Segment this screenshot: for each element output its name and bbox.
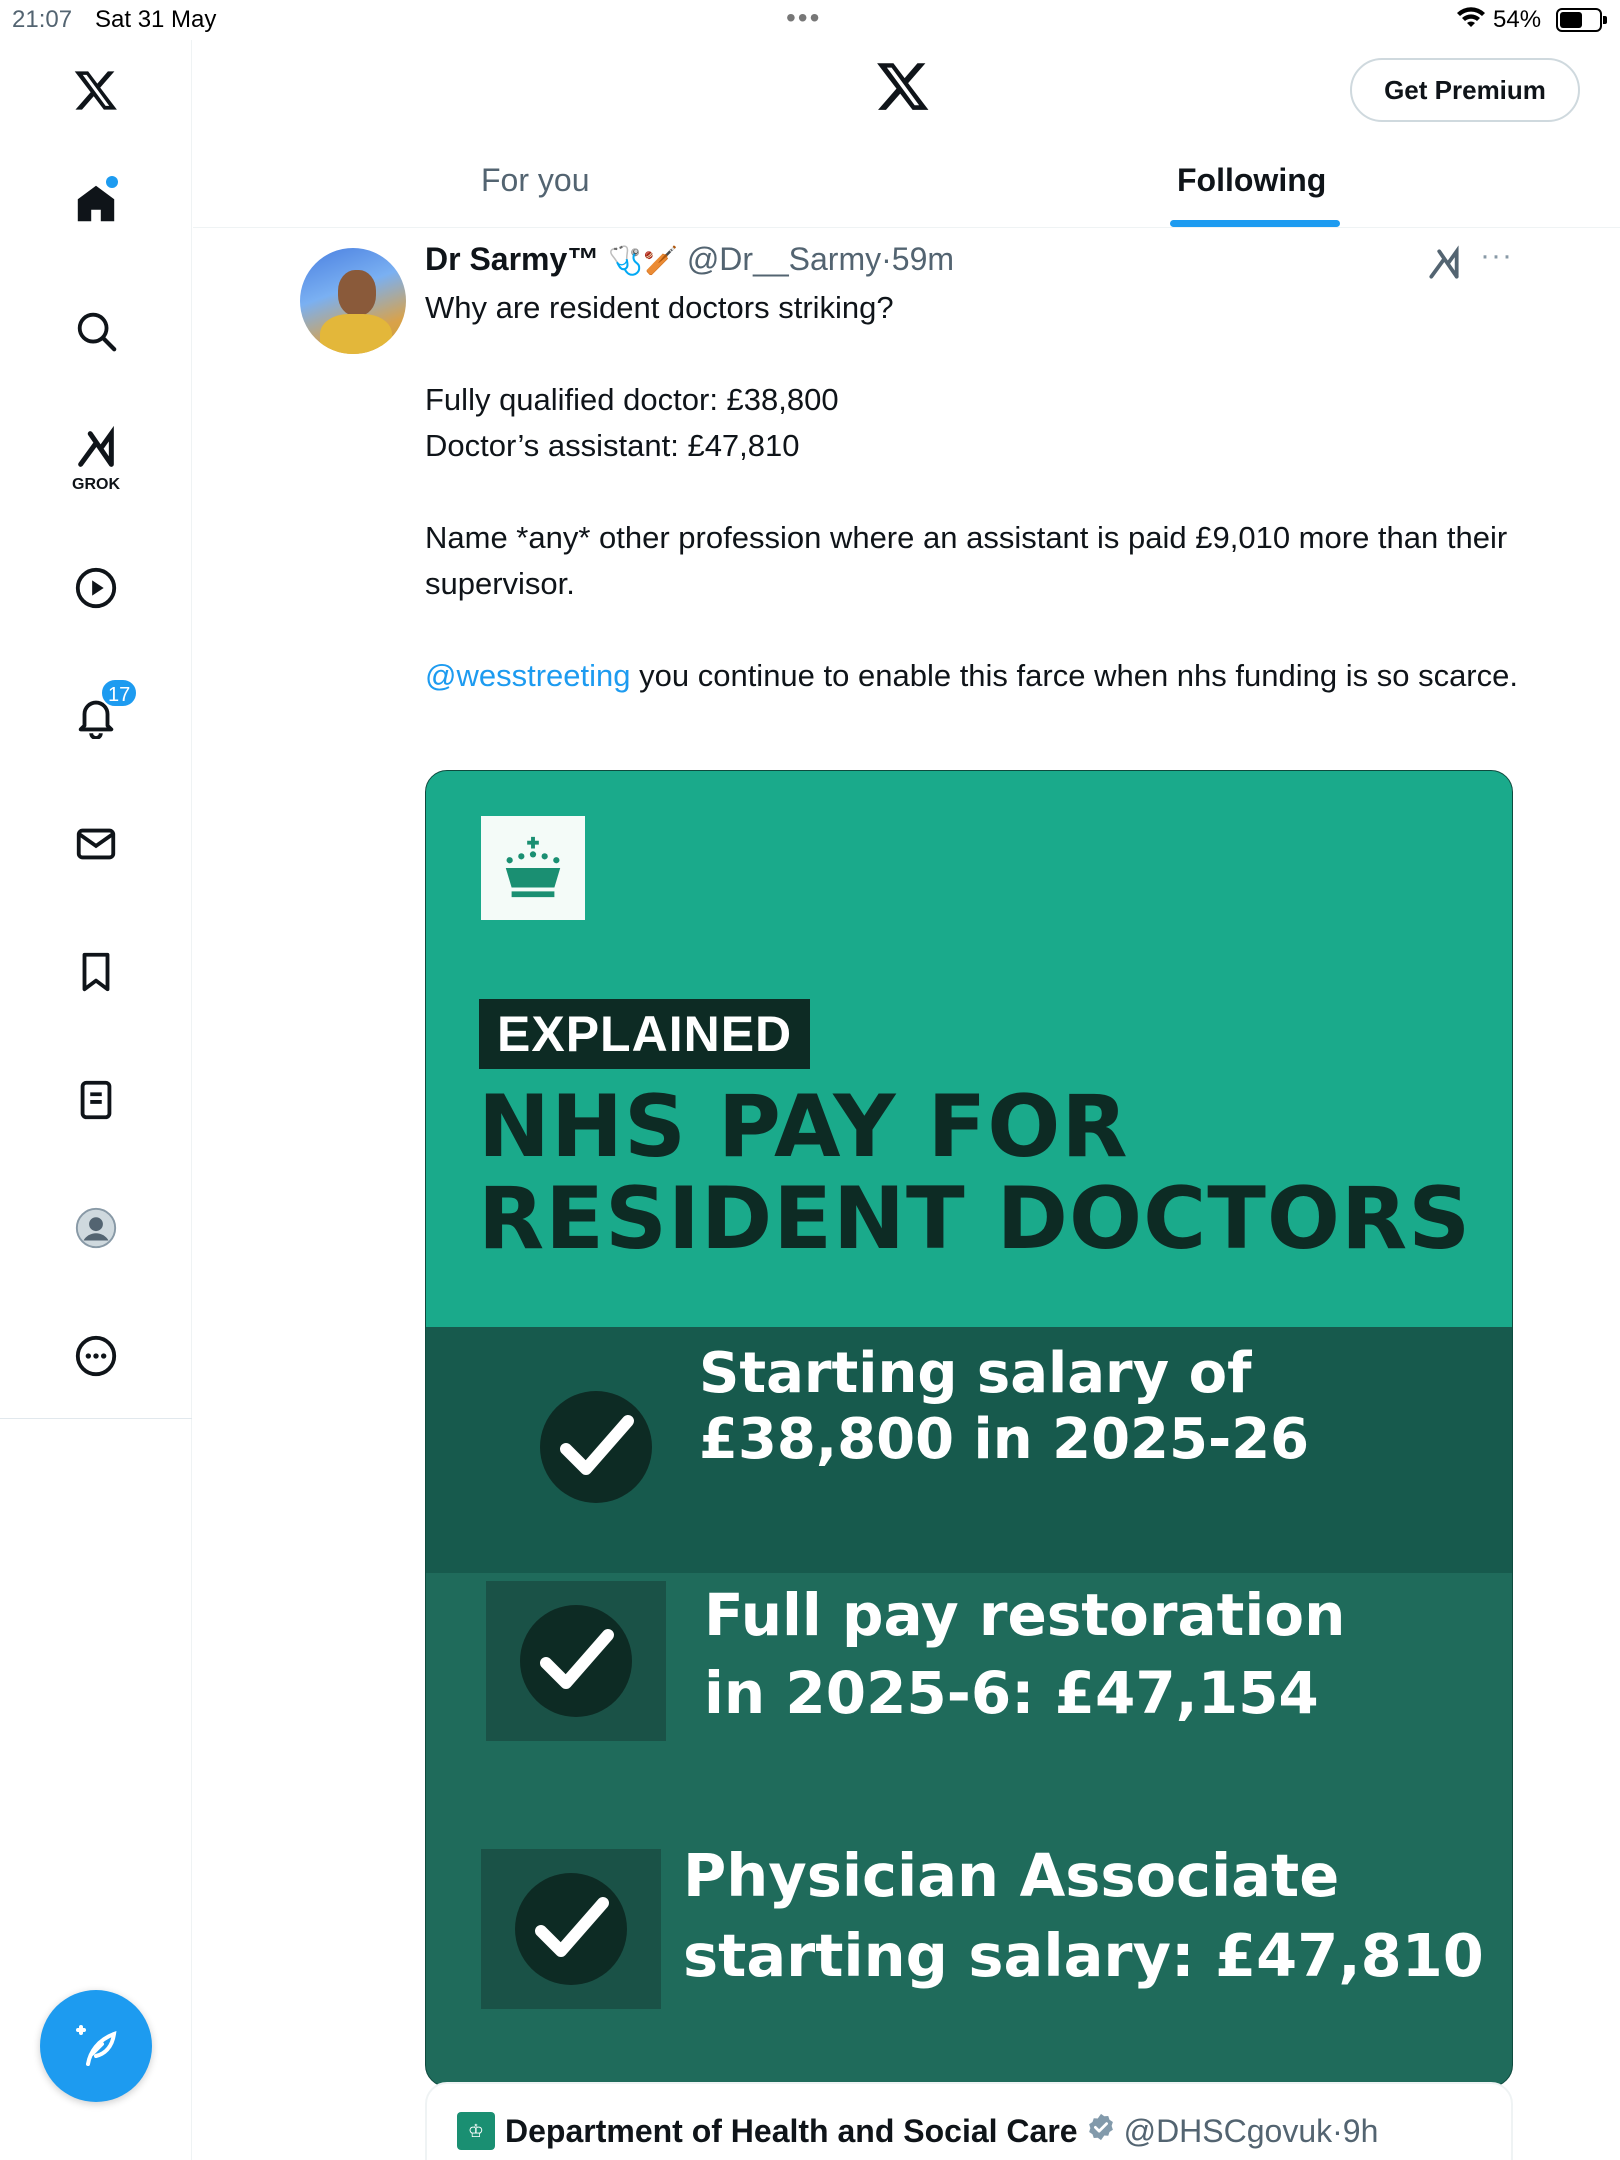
home-notification-dot: [106, 176, 118, 188]
grok-icon[interactable]: GROK: [56, 418, 136, 498]
quoted-author-name[interactable]: Department of Health and Social Care: [505, 2113, 1078, 2150]
quoted-tweet[interactable]: ♔ Department of Health and Social Care @…: [425, 2082, 1513, 2160]
search-icon[interactable]: [56, 291, 136, 371]
tweet-image[interactable]: EXPLAINED NHS PAY FOR RESIDENT DOCTORS S…: [425, 770, 1513, 2087]
sidebar-nav: GROK 17: [0, 40, 192, 2160]
timeline-header: Get Premium For you Following: [193, 40, 1620, 228]
separator-dot: ·: [881, 241, 892, 277]
point-3-line-b: starting salary: £47,810: [683, 1921, 1484, 1990]
home-icon[interactable]: [56, 164, 136, 244]
author-handle[interactable]: @Dr__Sarmy: [687, 241, 881, 277]
status-date: Sat 31 May: [95, 6, 217, 33]
image-headline: NHS PAY FOR RESIDENT DOCTORS: [478, 1081, 1471, 1265]
grok-icon[interactable]: [1425, 245, 1463, 283]
active-tab-indicator: [1170, 220, 1340, 227]
compose-post-button[interactable]: [40, 1990, 152, 2102]
tweet-header: Dr Sarmy™ 🩺🏏 @Dr__Sarmy·59m: [425, 241, 954, 278]
checkmark-icon: [506, 1367, 686, 1527]
status-time: 21:07: [12, 6, 73, 33]
profile-icon[interactable]: [56, 1188, 136, 1268]
image-point-2: Full pay restoration in 2025-6: £47,154: [704, 1576, 1345, 1732]
tweet-text-line: Doctor’s assistant: £47,810: [425, 428, 800, 463]
image-point-1: Starting salary of £38,800 in 2025-26: [699, 1341, 1309, 1473]
author-emojis: 🩺🏏: [608, 244, 678, 277]
separator-dot: ·: [1332, 2112, 1343, 2149]
sidebar-divider: [0, 1418, 192, 1419]
tab-following[interactable]: Following: [1177, 162, 1326, 199]
quoted-author-handle[interactable]: @DHSCgovuk: [1124, 2113, 1333, 2150]
headline-line-1: NHS PAY FOR: [478, 1077, 1129, 1177]
verified-badge-icon: [1086, 2112, 1116, 2150]
bookmarks-icon[interactable]: [56, 932, 136, 1012]
multitasking-dots[interactable]: •••: [786, 2, 821, 34]
battery-icon: [1556, 8, 1607, 32]
tweet-text-line: Name *any* other profession where an ass…: [425, 520, 1508, 601]
status-bar: 21:07 Sat 31 May ••• 54%: [0, 0, 1620, 40]
explained-tag: EXPLAINED: [479, 999, 811, 1069]
point-2-line-a: Full pay restoration: [704, 1581, 1346, 1649]
tweet-body: Why are resident doctors striking? Fully…: [425, 285, 1525, 699]
point-3-line-a: Physician Associate: [683, 1841, 1340, 1910]
tweet[interactable]: Dr Sarmy™ 🩺🏏 @Dr__Sarmy·59m ··· Why are …: [193, 229, 1620, 2160]
headline-line-2: RESIDENT DOCTORS: [478, 1169, 1472, 1269]
tweet-text-line: Fully qualified doctor: £38,800: [425, 382, 839, 417]
point-2-line-b: in 2025-6: £47,154: [704, 1659, 1319, 1727]
compose-feather-icon: [76, 2025, 117, 2066]
messages-icon[interactable]: [56, 804, 136, 884]
image-point-3: Physician Associate starting salary: £47…: [683, 1836, 1484, 1996]
more-options-icon[interactable]: ···: [1480, 239, 1513, 273]
crown-crest-icon: [481, 816, 585, 920]
dhsc-crest-icon: ♔: [457, 2112, 495, 2150]
point-1-line-a: Starting salary of: [699, 1341, 1252, 1406]
quoted-post-time[interactable]: 9h: [1343, 2113, 1379, 2150]
tweet-text-line: Why are resident doctors striking?: [425, 290, 894, 325]
author-name[interactable]: Dr Sarmy™: [425, 241, 599, 277]
notifications-icon[interactable]: 17: [56, 676, 139, 756]
get-premium-button[interactable]: Get Premium: [1350, 58, 1580, 122]
video-icon[interactable]: [56, 548, 136, 628]
mention-link[interactable]: @wesstreeting: [425, 658, 631, 693]
lists-icon[interactable]: [56, 1060, 136, 1140]
tweet-text-line: @wesstreeting you continue to enable thi…: [425, 653, 1525, 699]
checkmark-icon: [481, 1849, 661, 2009]
notifications-badge: 17: [100, 678, 139, 708]
post-time[interactable]: 59m: [892, 241, 954, 277]
wifi-icon: [1456, 6, 1486, 37]
tweet-text-rest: you continue to enable this farce when n…: [630, 658, 1518, 693]
quoted-tweet-header: ♔ Department of Health and Social Care @…: [457, 2112, 1378, 2150]
avatar[interactable]: [300, 248, 406, 354]
grok-label: GROK: [72, 476, 120, 493]
point-1-line-b: £38,800 in 2025-26: [699, 1407, 1310, 1472]
x-logo-icon[interactable]: [56, 50, 136, 130]
more-icon[interactable]: [56, 1316, 136, 1396]
battery-percentage: 54%: [1493, 6, 1542, 33]
tab-for-you[interactable]: For you: [481, 162, 589, 199]
x-logo-icon: [877, 63, 929, 110]
checkmark-icon: [486, 1581, 666, 1741]
